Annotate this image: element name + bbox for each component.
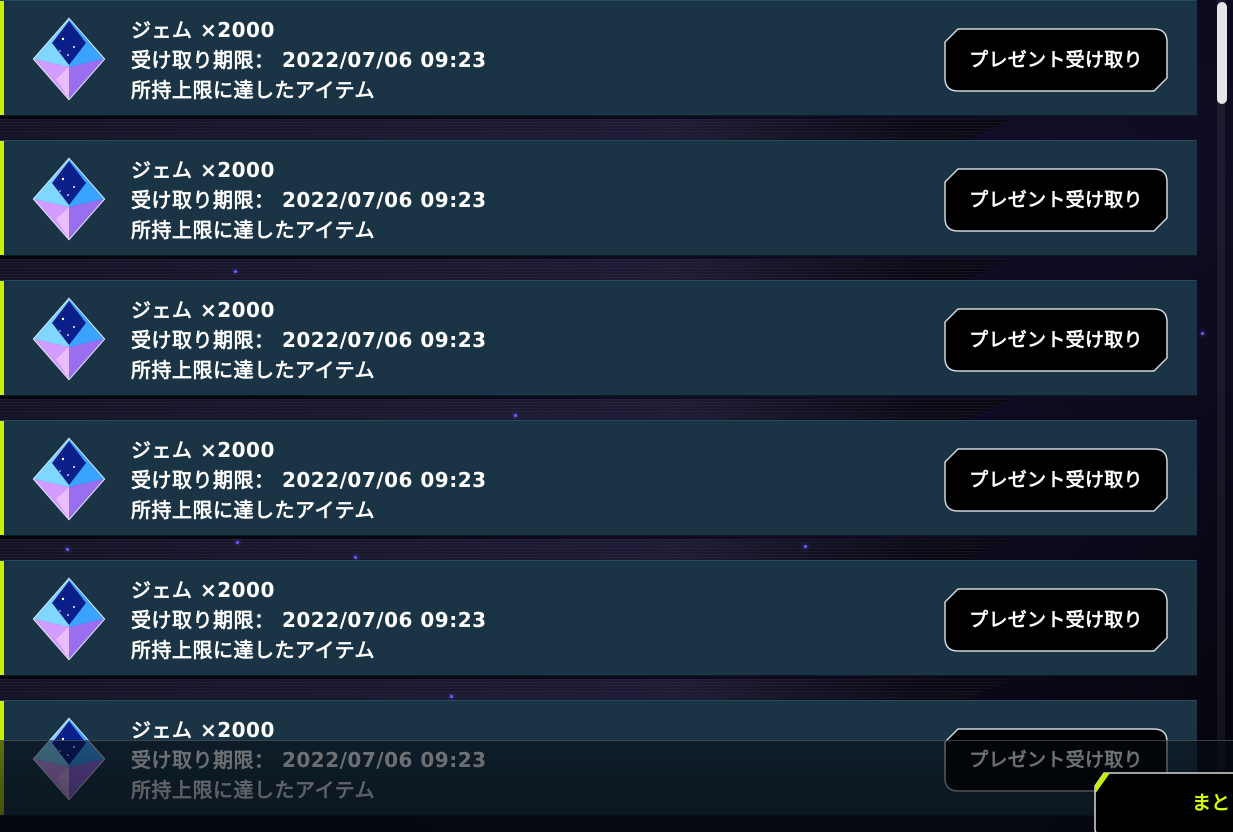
capacity-note: 所持上限に達したアイテム xyxy=(131,218,375,242)
sparkle-decoration xyxy=(234,270,237,273)
capacity-note: 所持上限に達したアイテム xyxy=(131,358,375,382)
row-accent-bar xyxy=(0,421,4,535)
item-name: ジェム ×2000 xyxy=(131,18,275,42)
sparkle-decoration xyxy=(354,556,357,559)
receive-present-label: プレゼント受け取り xyxy=(969,469,1143,491)
bulk-receive-button[interactable]: まと xyxy=(1094,772,1233,832)
receive-present-button[interactable]: プレゼント受け取り xyxy=(944,588,1168,652)
scrollbar-track[interactable] xyxy=(1217,0,1225,832)
row-accent-bar xyxy=(0,141,4,255)
present-info: ジェム ×2000 受け取り期限： 2022/07/06 09:23 所持上限に… xyxy=(131,155,487,245)
gem-icon xyxy=(30,297,108,381)
present-box-screen: ジェム ×2000 受け取り期限： 2022/07/06 09:23 所持上限に… xyxy=(0,0,1233,832)
receive-present-button[interactable]: プレゼント受け取り xyxy=(944,448,1168,512)
present-row: ジェム ×2000 受け取り期限： 2022/07/06 09:23 所持上限に… xyxy=(0,420,1197,536)
present-info: ジェム ×2000 受け取り期限： 2022/07/06 09:23 所持上限に… xyxy=(131,435,487,525)
receive-present-label: プレゼント受け取り xyxy=(969,329,1143,351)
sparkle-decoration xyxy=(450,695,453,698)
receive-deadline: 受け取り期限： 2022/07/06 09:23 xyxy=(131,608,487,632)
present-row: ジェム ×2000 受け取り期限： 2022/07/06 09:23 所持上限に… xyxy=(0,0,1197,116)
item-name: ジェム ×2000 xyxy=(131,298,275,322)
present-info: ジェム ×2000 受け取り期限： 2022/07/06 09:23 所持上限に… xyxy=(131,575,487,665)
bulk-receive-label: まと xyxy=(1192,792,1231,814)
capacity-note: 所持上限に達したアイテム xyxy=(131,78,375,102)
sparkle-decoration xyxy=(66,548,69,551)
bottom-overlay xyxy=(0,740,1233,832)
sparkle-decoration xyxy=(236,541,239,544)
gem-icon xyxy=(30,577,108,661)
receive-deadline: 受け取り期限： 2022/07/06 09:23 xyxy=(131,188,487,212)
receive-present-label: プレゼント受け取り xyxy=(969,49,1143,71)
receive-present-button[interactable]: プレゼント受け取り xyxy=(944,168,1168,232)
receive-deadline: 受け取り期限： 2022/07/06 09:23 xyxy=(131,48,487,72)
gem-icon xyxy=(30,17,108,101)
scrollbar-thumb[interactable] xyxy=(1217,2,1227,104)
capacity-note: 所持上限に達したアイテム xyxy=(131,638,375,662)
sparkle-decoration xyxy=(514,414,517,417)
present-row: ジェム ×2000 受け取り期限： 2022/07/06 09:23 所持上限に… xyxy=(0,140,1197,256)
row-accent-bar xyxy=(0,281,4,395)
sparkle-decoration xyxy=(1201,332,1204,335)
receive-present-button[interactable]: プレゼント受け取り xyxy=(944,28,1168,92)
present-info: ジェム ×2000 受け取り期限： 2022/07/06 09:23 所持上限に… xyxy=(131,15,487,105)
receive-present-label: プレゼント受け取り xyxy=(969,189,1143,211)
receive-deadline: 受け取り期限： 2022/07/06 09:23 xyxy=(131,328,487,352)
gem-icon xyxy=(30,157,108,241)
present-row: ジェム ×2000 受け取り期限： 2022/07/06 09:23 所持上限に… xyxy=(0,280,1197,396)
row-accent-bar xyxy=(0,1,4,115)
row-accent-bar xyxy=(0,561,4,675)
item-name: ジェム ×2000 xyxy=(131,158,275,182)
sparkle-decoration xyxy=(804,545,807,548)
receive-deadline: 受け取り期限： 2022/07/06 09:23 xyxy=(131,468,487,492)
item-name: ジェム ×2000 xyxy=(131,438,275,462)
receive-present-label: プレゼント受け取り xyxy=(969,609,1143,631)
present-row: ジェム ×2000 受け取り期限： 2022/07/06 09:23 所持上限に… xyxy=(0,560,1197,676)
present-info: ジェム ×2000 受け取り期限： 2022/07/06 09:23 所持上限に… xyxy=(131,295,487,385)
gem-icon xyxy=(30,437,108,521)
receive-present-button[interactable]: プレゼント受け取り xyxy=(944,308,1168,372)
item-name: ジェム ×2000 xyxy=(131,578,275,602)
capacity-note: 所持上限に達したアイテム xyxy=(131,498,375,522)
